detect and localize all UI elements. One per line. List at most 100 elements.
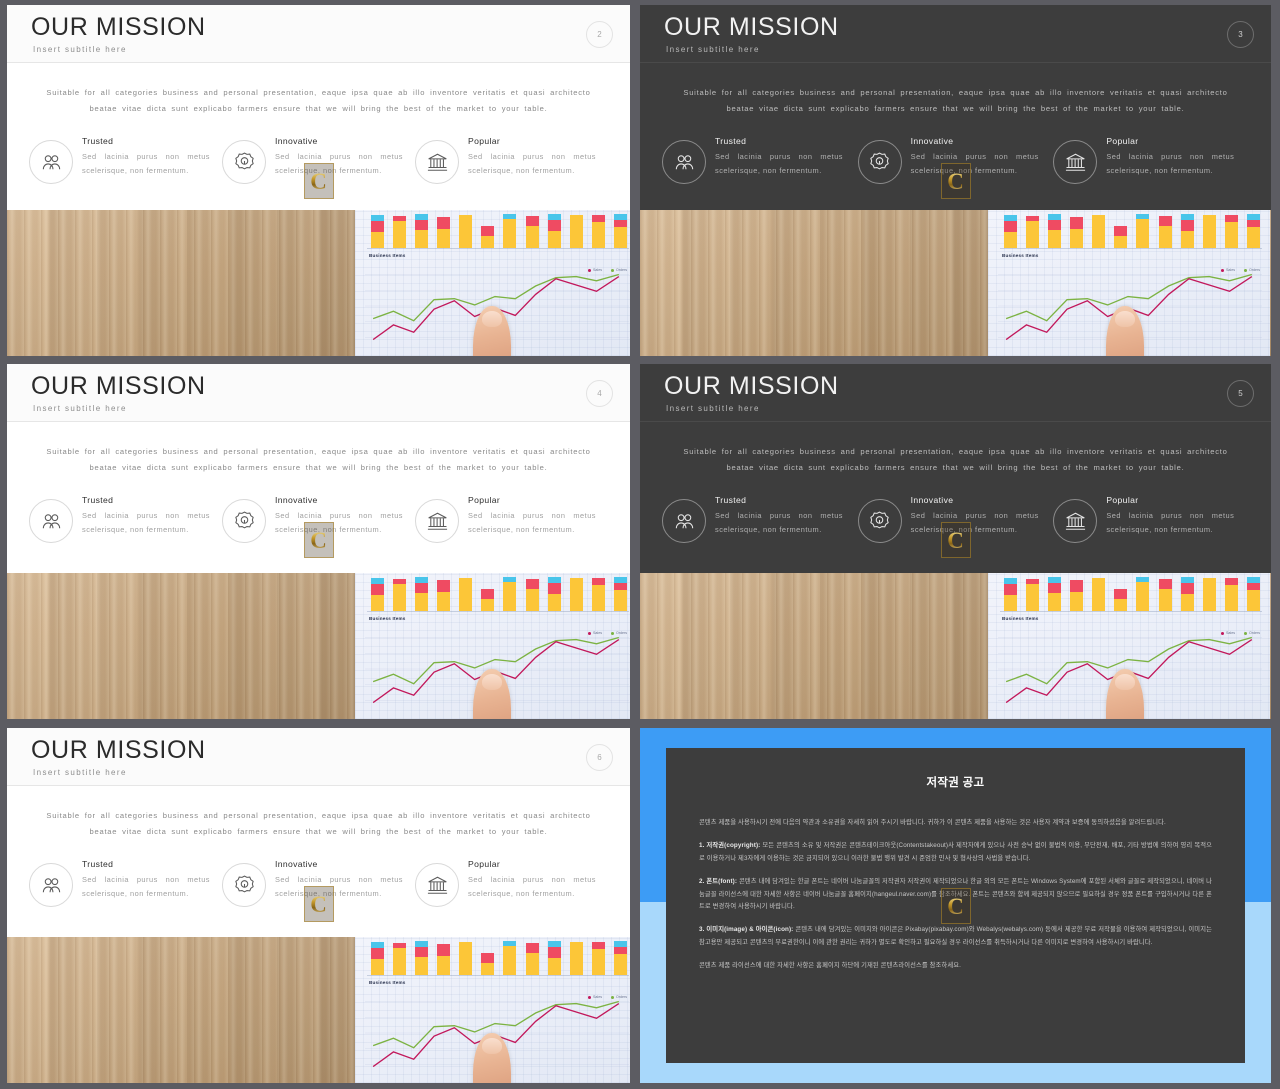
photo-band: Business Items Sales Orders [640,573,1271,719]
feature-heading: Innovative [910,136,954,146]
feature-item[interactable]: Popular Sed lacinia purus non metus scel… [415,494,608,543]
feature-heading: Popular [468,859,501,869]
feature-body: Sed lacinia purus non metus scelerisque,… [1106,511,1235,534]
wood-texture [7,937,355,1083]
page-title: OUR MISSION [31,13,206,41]
people-icon [29,499,73,543]
slide-header: OUR MISSION Insert subtitle here 4 [7,364,630,422]
feature-item[interactable]: Popular Sed lacinia purus non metus scel… [415,858,608,907]
page-subtitle: Insert subtitle here [33,45,127,54]
feature-item[interactable]: Trusted Sed lacinia purus non metus scel… [29,858,222,907]
feature-row: Trusted Sed lacinia purus non metus scel… [7,135,630,184]
chart-title: Business Items [369,980,406,985]
slide-6[interactable]: OUR MISSION Insert subtitle here 6 Suita… [7,728,630,1083]
feature-text: Innovative Sed lacinia purus non metus s… [275,494,403,537]
slide-2[interactable]: OUR MISSION Insert subtitle here 2 Suita… [7,5,630,356]
feature-item[interactable]: Popular Sed lacinia purus non metus scel… [1053,494,1249,543]
copyright-panel: 저작권 공고 콘텐츠 제품을 사용하시기 전에 다음의 약관과 소유권을 자세히… [666,748,1245,1063]
feature-body: Sed lacinia purus non metus scelerisque,… [468,152,596,175]
slide-4[interactable]: OUR MISSION Insert subtitle here 4 Suita… [7,364,630,719]
intro-paragraph: Suitable for all categories business and… [683,88,1228,113]
feature-heading: Innovative [275,136,318,146]
people-icon [662,499,706,543]
feature-body: Sed lacinia purus non metus scelerisque,… [468,511,596,534]
gear-shield-icon [222,140,266,184]
feature-body: Sed lacinia purus non metus scelerisque,… [468,875,596,898]
bar-chart [1004,577,1260,611]
gear-shield-icon [222,499,266,543]
wood-texture [1270,573,1271,719]
bar-chart [371,941,627,975]
feature-item[interactable]: Trusted Sed lacinia purus non metus scel… [29,494,222,543]
slide-header: OUR MISSION Insert subtitle here 3 [640,5,1271,63]
slide-cell-4[interactable]: OUR MISSION Insert subtitle here 4 Suita… [0,362,637,725]
feature-body: Sed lacinia purus non metus scelerisque,… [910,511,1039,534]
copyright-paragraph: 1. 저작권(copyright): 모든 콘텐츠의 소유 및 저작권은 콘텐츠… [699,842,1212,862]
slide-cell-5[interactable]: OUR MISSION Insert subtitle here 5 Suita… [637,362,1280,725]
feature-item[interactable]: Innovative Sed lacinia purus non metus s… [222,858,415,907]
slide-cell-copyright[interactable]: 저작권 공고 콘텐츠 제품을 사용하시기 전에 다음의 약관과 소유권을 자세히… [637,725,1280,1089]
people-icon [29,140,73,184]
chart-photo: Business Items Sales Orders [988,210,1270,356]
feature-item[interactable]: Popular Sed lacinia purus non metus scel… [1053,135,1249,184]
intro-paragraph: Suitable for all categories business and… [46,811,591,836]
feature-heading: Innovative [275,859,318,869]
feature-item[interactable]: Innovative Sed lacinia purus non metus s… [857,494,1054,543]
bank-icon [415,863,459,907]
intro-paragraph: Suitable for all categories business and… [683,447,1228,472]
feature-item[interactable]: Innovative Sed lacinia purus non metus s… [222,135,415,184]
page-title: OUR MISSION [664,13,839,41]
feature-text: Innovative Sed lacinia purus non metus s… [911,494,1039,537]
bar-axis [1000,248,1262,249]
feature-body: Sed lacinia purus non metus scelerisque,… [82,511,210,534]
bank-icon [415,140,459,184]
bar-chart [1004,214,1260,248]
feature-row: Trusted Sed lacinia purus non metus scel… [7,494,630,543]
feature-text: Popular Sed lacinia purus non metus scel… [468,858,596,901]
slide-5[interactable]: OUR MISSION Insert subtitle here 5 Suita… [640,364,1271,719]
wood-texture [640,573,988,719]
feature-heading: Trusted [715,136,747,146]
page-number-badge: 3 [1227,21,1254,48]
people-icon [29,863,73,907]
slide-cell-3[interactable]: OUR MISSION Insert subtitle here 3 Suita… [637,0,1280,362]
photo-band: Business Items Sales Orders [7,937,630,1083]
chart-photo: Business Items Sales Orders [355,937,630,1083]
gear-shield-icon [857,140,902,184]
copyright-slide[interactable]: 저작권 공고 콘텐츠 제품을 사용하시기 전에 다음의 약관과 소유권을 자세히… [640,728,1271,1083]
copyright-paragraph: 3. 이미지(image) & 아이콘(icon): 콘텐츠 내에 담겨있는 이… [699,926,1212,946]
feature-heading: Trusted [82,495,114,505]
feature-text: Popular Sed lacinia purus non metus scel… [468,494,596,537]
feature-body: Sed lacinia purus non metus scelerisque,… [910,152,1039,175]
bar-chart [371,214,627,248]
page-title: OUR MISSION [664,372,839,400]
feature-item[interactable]: Innovative Sed lacinia purus non metus s… [857,135,1054,184]
copyright-paragraph: 콘텐츠 제품 라이선스에 대한 자세한 사항은 홈페이지 하단에 기재된 콘텐츠… [699,962,961,970]
page-subtitle: Insert subtitle here [33,404,127,413]
bank-icon [1053,140,1098,184]
feature-body: Sed lacinia purus non metus scelerisque,… [82,152,210,175]
slide-3[interactable]: OUR MISSION Insert subtitle here 3 Suita… [640,5,1271,356]
page-number-badge: 5 [1227,380,1254,407]
feature-body: Sed lacinia purus non metus scelerisque,… [715,511,843,534]
feature-item[interactable]: Trusted Sed lacinia purus non metus scel… [29,135,222,184]
feature-item[interactable]: Trusted Sed lacinia purus non metus scel… [662,135,858,184]
slide-cell-2[interactable]: OUR MISSION Insert subtitle here 2 Suita… [0,0,637,362]
wood-texture [7,573,355,719]
feature-text: Popular Sed lacinia purus non metus scel… [1106,135,1234,178]
feature-item[interactable]: Popular Sed lacinia purus non metus scel… [415,135,608,184]
feature-item[interactable]: Trusted Sed lacinia purus non metus scel… [662,494,858,543]
bar-axis [367,248,629,249]
feature-item[interactable]: Innovative Sed lacinia purus non metus s… [222,494,415,543]
page-subtitle: Insert subtitle here [666,404,760,413]
gear-shield-icon [222,863,266,907]
intro-paragraph: Suitable for all categories business and… [46,447,591,472]
feature-heading: Innovative [275,495,318,505]
feature-body: Sed lacinia purus non metus scelerisque,… [82,875,210,898]
feature-body: Sed lacinia purus non metus scelerisque,… [275,875,403,898]
slide-cell-6[interactable]: OUR MISSION Insert subtitle here 6 Suita… [0,725,637,1089]
bar-axis [367,611,629,612]
chart-photo: Business Items Sales Orders [355,573,630,719]
feature-text: Trusted Sed lacinia purus non metus scel… [82,858,210,901]
slide-header: OUR MISSION Insert subtitle here 5 [640,364,1271,422]
